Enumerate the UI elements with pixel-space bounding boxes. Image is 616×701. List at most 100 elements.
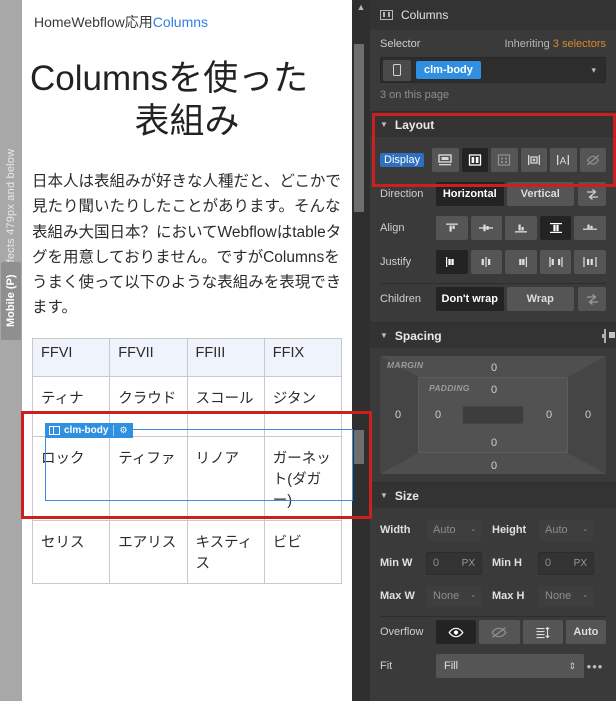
- selector-field[interactable]: clm-body ▾: [380, 57, 606, 83]
- overflow-scroll-button[interactable]: [522, 620, 563, 644]
- inheriting-count[interactable]: 3 selectors: [553, 38, 606, 50]
- overflow-auto-button[interactable]: Auto: [565, 620, 606, 644]
- align-baseline-icon: [583, 224, 598, 230]
- chevron-down-icon[interactable]: ▼: [380, 491, 388, 500]
- table-header-cell: FFVI: [31, 338, 111, 378]
- class-tag[interactable]: clm-body: [416, 61, 481, 79]
- gear-icon[interactable]: ⚙: [119, 425, 127, 436]
- align-end-button[interactable]: [505, 216, 537, 240]
- selector-usage-count: 3 on this page: [380, 89, 450, 101]
- min-height-input[interactable]: 0 PX: [538, 551, 594, 575]
- children-dont-wrap-button[interactable]: Don't wrap: [436, 287, 504, 311]
- align-center-button[interactable]: [470, 216, 503, 240]
- align-stretch-button[interactable]: [539, 216, 572, 240]
- breadcrumb-item-webflow[interactable]: Webflow応用: [71, 14, 152, 30]
- chevron-down-icon[interactable]: ▼: [380, 331, 388, 340]
- width-input[interactable]: Auto -: [426, 518, 482, 542]
- overflow-hidden-button[interactable]: [479, 620, 520, 644]
- children-row: Children Don't wrap Wrap: [380, 284, 606, 314]
- margin-top-value[interactable]: 0: [491, 362, 497, 374]
- section-header-size[interactable]: ▼ Size: [370, 482, 616, 508]
- selected-element-badge[interactable]: clm-body ⚙: [45, 423, 133, 438]
- section-header-spacing[interactable]: ▼ Spacing: [370, 322, 616, 348]
- canvas-scrollbar-thumb-secondary[interactable]: [354, 430, 364, 464]
- max-width-input[interactable]: None -: [426, 584, 482, 608]
- justify-space-between-button[interactable]: [539, 250, 572, 274]
- min-width-input[interactable]: 0 PX: [426, 551, 482, 575]
- padding-right-value[interactable]: 0: [546, 409, 552, 421]
- display-inline-button[interactable]: A: [550, 148, 577, 172]
- display-grid-button[interactable]: [491, 148, 518, 172]
- children-label: Children: [380, 293, 421, 305]
- table-cell: ビビ: [263, 520, 343, 585]
- overflow-visible-button[interactable]: [436, 620, 477, 644]
- max-height-input[interactable]: None -: [538, 584, 594, 608]
- spacing-mode-icon: [604, 328, 606, 343]
- display-inline-block-button[interactable]: [520, 148, 548, 172]
- spacing-center-field[interactable]: [462, 405, 524, 425]
- fit-select[interactable]: Fill ⇕: [436, 654, 584, 678]
- overflow-options: Auto: [436, 620, 606, 644]
- direction-reverse-button[interactable]: [578, 182, 606, 206]
- display-block-button[interactable]: [432, 148, 459, 172]
- spacing-widget[interactable]: MARGIN PADDING 0 0 0 0 0 0 0 0: [380, 356, 606, 474]
- children-options: Don't wrap Wrap: [436, 287, 574, 311]
- align-row: Align: [380, 213, 606, 243]
- breadcrumb-item-columns[interactable]: Columns: [153, 14, 208, 30]
- table-cell: スコール: [186, 376, 265, 438]
- breakpoint-mobile-portrait[interactable]: Mobile (P): [1, 262, 21, 340]
- justify-end-button[interactable]: [505, 250, 537, 274]
- inline-block-icon: [527, 155, 540, 165]
- padding-bottom-value[interactable]: 0: [491, 437, 497, 449]
- rendered-page: HomeWebflow応用Columns Columnsを使った 表組み 日本人…: [22, 0, 352, 701]
- page-title: Columnsを使った 表組み: [30, 58, 344, 143]
- height-input[interactable]: Auto -: [538, 518, 594, 542]
- badge-divider: [113, 425, 115, 436]
- selected-element-class: clm-body: [64, 425, 109, 436]
- inheriting-info: Inheriting 3 selectors: [504, 38, 606, 50]
- table-cell: ロック: [31, 436, 111, 522]
- stepper-icon[interactable]: ⇕: [568, 661, 576, 671]
- chevron-down-icon[interactable]: ▼: [380, 120, 388, 129]
- section-title-spacing: Spacing: [394, 328, 442, 343]
- phone-icon[interactable]: [383, 59, 411, 81]
- max-height-label: Max H: [492, 590, 525, 602]
- table-row[interactable]: セリス エアリス キスティス ビビ: [31, 520, 343, 585]
- padding-left-value[interactable]: 0: [435, 409, 441, 421]
- justify-start-button[interactable]: [436, 250, 468, 274]
- breadcrumb-item-home[interactable]: Home: [34, 14, 71, 30]
- align-baseline-button[interactable]: [574, 216, 606, 240]
- children-reverse-button[interactable]: [578, 287, 606, 311]
- display-options: A: [432, 148, 606, 172]
- spacing-mode-button[interactable]: [604, 328, 606, 343]
- margin-right-value[interactable]: 0: [585, 409, 591, 421]
- display-flex-button[interactable]: [461, 148, 489, 172]
- justify-space-around-button[interactable]: [574, 250, 606, 274]
- padding-top-value[interactable]: 0: [491, 384, 497, 396]
- width-value: Auto: [433, 524, 456, 536]
- align-start-button[interactable]: [436, 216, 468, 240]
- section-header-layout[interactable]: ▼ Layout: [370, 111, 616, 137]
- min-width-unit: PX: [461, 557, 475, 569]
- table-row[interactable]: ロック ティファ リノア ガーネット(ダガー): [31, 436, 343, 522]
- inline-text-icon: A: [557, 155, 570, 167]
- direction-vertical-button[interactable]: Vertical: [506, 182, 574, 206]
- table-header-cell: FFIX: [263, 338, 343, 378]
- children-wrap-button[interactable]: Wrap: [506, 287, 574, 311]
- columns-icon: [380, 10, 393, 20]
- direction-horizontal-button[interactable]: Horizontal: [436, 182, 504, 206]
- panel-scrollbar[interactable]: [612, 0, 616, 701]
- canvas-scrollbar-thumb[interactable]: [354, 44, 364, 212]
- chevron-down-icon[interactable]: ▾: [591, 65, 603, 76]
- scroll-up-arrow-icon[interactable]: ▲: [355, 2, 367, 12]
- grid-icon: [498, 154, 511, 166]
- justify-center-button[interactable]: [470, 250, 503, 274]
- fit-more-button[interactable]: •••: [584, 659, 606, 674]
- margin-left-value[interactable]: 0: [395, 409, 401, 421]
- margin-bottom-value[interactable]: 0: [491, 460, 497, 472]
- display-label[interactable]: Display: [380, 153, 425, 167]
- width-unit: -: [471, 524, 475, 536]
- display-none-button[interactable]: [579, 148, 606, 172]
- table-header-cell: FFIII: [186, 338, 265, 378]
- align-options: [436, 216, 606, 240]
